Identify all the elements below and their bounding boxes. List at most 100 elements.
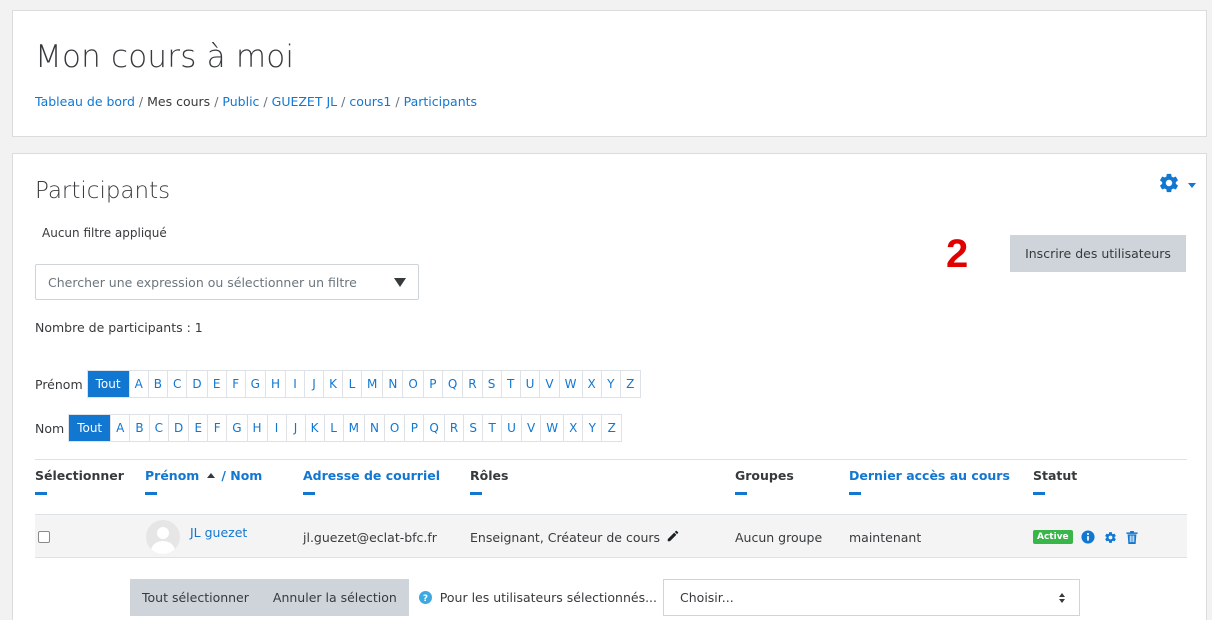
firstname-initial-v[interactable]: V	[540, 371, 560, 397]
participants-region: Participants Aucun filtre appliqué Cherc…	[12, 153, 1207, 620]
collapse-dash-icon[interactable]	[145, 492, 157, 495]
lastname-initial-w[interactable]: W	[541, 415, 565, 441]
gear-icon[interactable]	[1104, 531, 1117, 544]
lastname-initial-x[interactable]: X	[564, 415, 584, 441]
firstname-initial-d[interactable]: D	[187, 371, 208, 397]
collapse-dash-icon[interactable]	[303, 492, 315, 495]
col-groups: Groupes	[735, 468, 794, 495]
firstname-initial-s[interactable]: S	[483, 371, 502, 397]
col-status: Statut	[1033, 468, 1077, 495]
firstname-initial-f[interactable]: F	[227, 371, 246, 397]
breadcrumb-item[interactable]: cours1	[349, 94, 391, 109]
firstname-initial-y[interactable]: Y	[602, 371, 621, 397]
lastname-initial-y[interactable]: Y	[583, 415, 603, 441]
firstname-initial-w[interactable]: W	[560, 371, 583, 397]
firstname-initial-q[interactable]: Q	[443, 371, 464, 397]
sort-email-link[interactable]: Adresse de courriel	[303, 468, 440, 483]
firstname-initial-k[interactable]: K	[324, 371, 344, 397]
firstname-initial-m[interactable]: M	[362, 371, 384, 397]
svg-text:?: ?	[423, 594, 428, 604]
bulk-actions: Tout sélectionner Annuler la sélection ?…	[130, 579, 1081, 616]
participant-name-link[interactable]: JL guezet	[190, 525, 247, 540]
lastname-initial-a[interactable]: A	[111, 415, 131, 441]
lastname-initial-g[interactable]: G	[227, 415, 248, 441]
firstname-initial-all[interactable]: Tout	[87, 371, 130, 397]
sort-last-access-link[interactable]: Dernier accès au cours	[849, 468, 1010, 483]
breadcrumb-separator: /	[395, 94, 400, 109]
firstname-initial-i[interactable]: I	[286, 371, 306, 397]
firstname-initial-e[interactable]: E	[208, 371, 227, 397]
lastname-initial-t[interactable]: T	[483, 415, 503, 441]
deselect-all-button[interactable]: Annuler la sélection	[260, 579, 409, 616]
lastname-initial-n[interactable]: N	[365, 415, 385, 441]
lastname-initial-z[interactable]: Z	[602, 415, 621, 441]
lastname-initial-q[interactable]: Q	[424, 415, 445, 441]
select-all-button[interactable]: Tout sélectionner	[130, 579, 261, 616]
filter-search-input[interactable]: Chercher une expression ou sélectionner …	[35, 264, 419, 300]
info-icon[interactable]	[1081, 530, 1095, 544]
col-last-access: Dernier accès au cours	[849, 468, 1010, 495]
breadcrumb-item[interactable]: Public	[222, 94, 259, 109]
trash-icon[interactable]	[1126, 530, 1138, 544]
lastname-letters: Tout A B C D E F G H I J K L M N O P Q R S T U V W X Y Z	[68, 414, 623, 442]
lastname-initial-c[interactable]: C	[150, 415, 169, 441]
collapse-dash-icon[interactable]	[470, 492, 482, 495]
breadcrumb-item[interactable]: Participants	[404, 94, 477, 109]
settings-menu[interactable]	[1158, 172, 1196, 198]
firstname-initial-n[interactable]: N	[383, 371, 404, 397]
firstname-initial-x[interactable]: X	[583, 371, 602, 397]
firstname-initial-z[interactable]: Z	[621, 371, 640, 397]
pencil-icon[interactable]	[666, 529, 680, 546]
lastname-initial-l[interactable]: L	[325, 415, 344, 441]
collapse-dash-icon[interactable]	[849, 492, 861, 495]
lastname-initial-j[interactable]: J	[287, 415, 306, 441]
lastname-initial-m[interactable]: M	[344, 415, 365, 441]
lastname-initial-o[interactable]: O	[385, 415, 406, 441]
annotation-number: 2	[946, 232, 969, 276]
firstname-initial-c[interactable]: C	[168, 371, 188, 397]
col-select[interactable]: Sélectionner	[35, 468, 124, 495]
lastname-initial-b[interactable]: B	[130, 415, 150, 441]
firstname-initial-r[interactable]: R	[463, 371, 483, 397]
firstname-initial-t[interactable]: T	[502, 371, 521, 397]
firstname-initial-l[interactable]: L	[343, 371, 363, 397]
firstname-initial-u[interactable]: U	[521, 371, 541, 397]
sort-firstname-link[interactable]: Prénom	[145, 468, 199, 483]
section-title: Participants	[35, 178, 171, 204]
firstname-initial-h[interactable]: H	[266, 371, 287, 397]
firstname-initial-p[interactable]: P	[424, 371, 443, 397]
filter-note: Aucun filtre appliqué	[42, 226, 167, 240]
bulk-action-select[interactable]: Choisir...	[663, 579, 1081, 616]
status-badge: Active	[1033, 530, 1073, 544]
lastname-initial-d[interactable]: D	[169, 415, 190, 441]
row-select-checkbox[interactable]	[38, 531, 50, 543]
help-icon[interactable]: ?	[418, 591, 432, 604]
lastname-initial-r[interactable]: R	[445, 415, 465, 441]
sort-lastname-link[interactable]: / Nom	[221, 468, 262, 483]
col-status-label: Statut	[1033, 468, 1078, 483]
collapse-dash-icon[interactable]	[1033, 492, 1045, 495]
firstname-initial-a[interactable]: A	[130, 371, 149, 397]
lastname-initial-u[interactable]: U	[502, 415, 522, 441]
firstname-initial-o[interactable]: O	[403, 371, 424, 397]
collapse-dash-icon[interactable]	[35, 492, 47, 495]
lastname-initial-f[interactable]: F	[208, 415, 228, 441]
enrol-users-button[interactable]: Inscrire des utilisateurs	[1010, 235, 1186, 272]
firstname-initial-g[interactable]: G	[246, 371, 266, 397]
firstname-initial-j[interactable]: J	[305, 371, 325, 397]
col-roles: Rôles	[470, 468, 508, 495]
lastname-initial-e[interactable]: E	[189, 415, 209, 441]
breadcrumb-item[interactable]: Tableau de bord	[35, 94, 135, 109]
collapse-dash-icon[interactable]	[735, 492, 747, 495]
lastname-initial-all[interactable]: Tout	[69, 415, 112, 441]
lastname-initial-v[interactable]: V	[522, 415, 542, 441]
lastname-initial-h[interactable]: H	[248, 415, 268, 441]
breadcrumb-item[interactable]: GUEZET JL	[272, 94, 337, 109]
participant-email: jl.guezet@eclat-bfc.fr	[303, 529, 437, 545]
lastname-initial-k[interactable]: K	[306, 415, 325, 441]
firstname-initial-b[interactable]: B	[149, 371, 169, 397]
breadcrumb: Tableau de bord / Mes cours / Public / GUEZET …	[35, 94, 477, 109]
lastname-initial-p[interactable]: P	[405, 415, 425, 441]
lastname-initial-i[interactable]: I	[268, 415, 287, 441]
lastname-initial-s[interactable]: S	[464, 415, 484, 441]
